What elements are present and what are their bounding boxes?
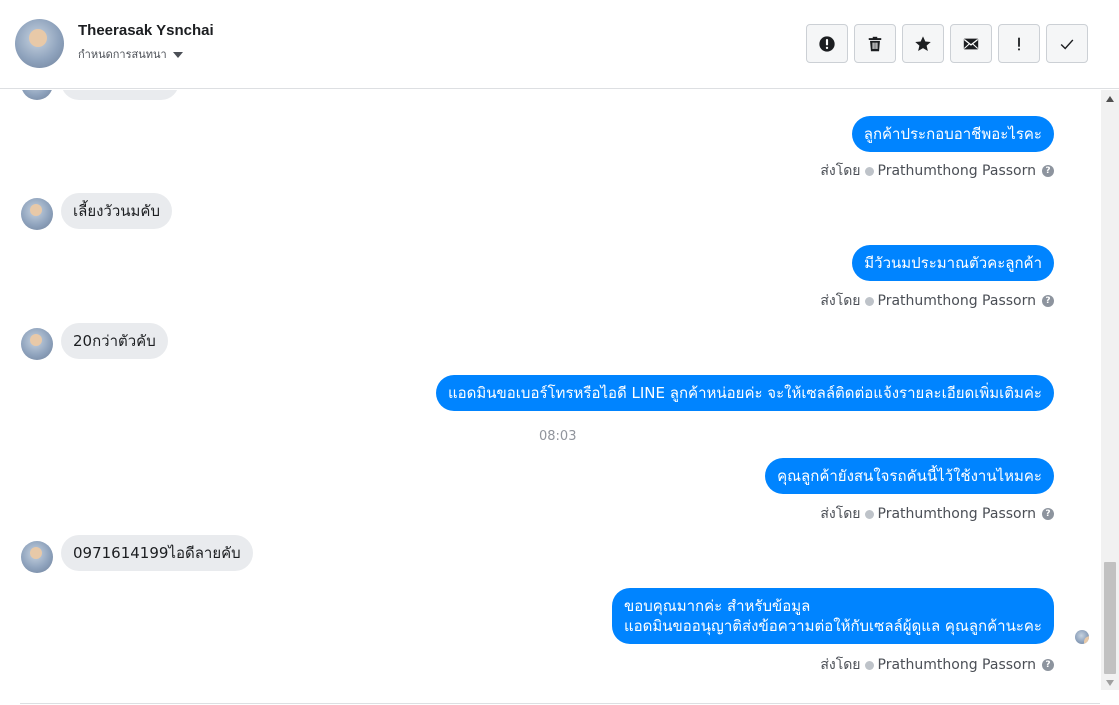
outgoing-message-bubble[interactable]: มีวัวนมประมาณตัวคะลูกค้า	[852, 245, 1054, 281]
message-thread[interactable]: ลูกค้าประกอบอาชีพอะไรคะ ส่งโดย Prathumth…	[0, 90, 1100, 704]
contact-avatar-small	[21, 90, 53, 100]
sent-by-label: ส่งโดย	[820, 506, 861, 522]
alert-circle-icon	[819, 35, 835, 52]
outgoing-message-bubble[interactable]: คุณลูกค้ายังสนใจรถคันนี้ไว้ใช้งานไหมคะ	[765, 458, 1054, 494]
sender-name[interactable]: Prathumthong Passorn	[878, 506, 1036, 522]
sent-by-info: ส่งโดย Prathumthong Passorn ?	[820, 290, 1054, 312]
divider	[20, 703, 1100, 704]
outgoing-message-bubble[interactable]: ลูกค้าประกอบอาชีพอะไรคะ	[851, 116, 1054, 152]
sent-by-label: ส่งโดย	[820, 657, 861, 673]
sent-by-info: ส่งโดย Prathumthong Passorn ?	[820, 503, 1054, 525]
message-line: ขอบคุณมากค่ะ สำหรับข้อมูล	[623, 597, 811, 615]
mark-done-button[interactable]	[1046, 24, 1088, 63]
outgoing-message-bubble[interactable]: แอดมินขอเบอร์โทรหรือไอดี LINE ลูกค้าหน่อ…	[435, 375, 1054, 411]
question-icon[interactable]: ?	[1042, 508, 1054, 520]
sender-name[interactable]: Prathumthong Passorn	[878, 293, 1036, 309]
exclamation-icon	[1018, 37, 1020, 50]
assign-label: กำหนดการสนทนา	[78, 49, 167, 61]
incoming-message-bubble[interactable]: 0971614199ไอดีลายคับ	[61, 535, 253, 571]
chevron-down-icon	[172, 51, 183, 58]
scroll-down-arrow-icon[interactable]	[1106, 680, 1114, 686]
contact-avatar[interactable]	[15, 19, 64, 68]
contact-name[interactable]: Theerasak Ysnchai	[78, 22, 214, 39]
scroll-up-arrow-icon[interactable]	[1106, 96, 1114, 102]
seen-avatar	[1075, 630, 1089, 644]
incoming-message-bubble	[61, 90, 179, 100]
incoming-message-bubble[interactable]: เลี้ยงวัวนมคับ	[61, 193, 172, 229]
star-button[interactable]	[902, 24, 944, 63]
inbox-conversation: Theerasak Ysnchai กำหนดการสนทนา ลูกค้าปร…	[0, 0, 1119, 705]
conversation-toolbar	[806, 24, 1088, 63]
message-timestamp: 08:03	[539, 429, 577, 444]
outgoing-message-bubble[interactable]: ขอบคุณมากค่ะ สำหรับข้อมูล แอดมินขออนุญาต…	[611, 588, 1054, 644]
conversation-header: Theerasak Ysnchai กำหนดการสนทนา	[0, 0, 1119, 89]
question-icon[interactable]: ?	[1042, 295, 1054, 307]
checkmark-icon	[1060, 38, 1074, 50]
sent-by-label: ส่งโดย	[820, 293, 861, 309]
envelope-icon	[963, 38, 979, 49]
thread-scrollbar[interactable]	[1101, 90, 1119, 690]
contact-avatar-small	[21, 198, 53, 230]
spam-button[interactable]	[806, 24, 848, 63]
sender-name[interactable]: Prathumthong Passorn	[878, 163, 1036, 179]
delete-button[interactable]	[854, 24, 896, 63]
verified-dot-icon	[864, 296, 874, 306]
sent-by-info: ส่งโดย Prathumthong Passorn ?	[820, 654, 1054, 676]
follow-up-button[interactable]	[998, 24, 1040, 63]
contact-avatar-small	[21, 328, 53, 360]
message-line: แอดมินขออนุญาติส่งข้อความต่อให้กับเซลล์ผ…	[623, 617, 1042, 635]
verified-dot-icon	[864, 660, 874, 670]
sender-name[interactable]: Prathumthong Passorn	[878, 657, 1036, 673]
incoming-message-bubble[interactable]: 20กว่าตัวคับ	[61, 323, 168, 359]
verified-dot-icon	[864, 166, 874, 176]
contact-avatar-small	[21, 541, 53, 573]
scroll-thumb[interactable]	[1104, 562, 1116, 674]
star-icon	[915, 35, 931, 51]
assign-conversation-dropdown[interactable]: กำหนดการสนทนา	[78, 45, 183, 63]
verified-dot-icon	[864, 509, 874, 519]
question-icon[interactable]: ?	[1042, 659, 1054, 671]
sent-by-label: ส่งโดย	[820, 163, 861, 179]
mark-unread-button[interactable]	[950, 24, 992, 63]
trash-icon	[868, 36, 882, 51]
question-icon[interactable]: ?	[1042, 165, 1054, 177]
sent-by-info: ส่งโดย Prathumthong Passorn ?	[820, 160, 1054, 182]
